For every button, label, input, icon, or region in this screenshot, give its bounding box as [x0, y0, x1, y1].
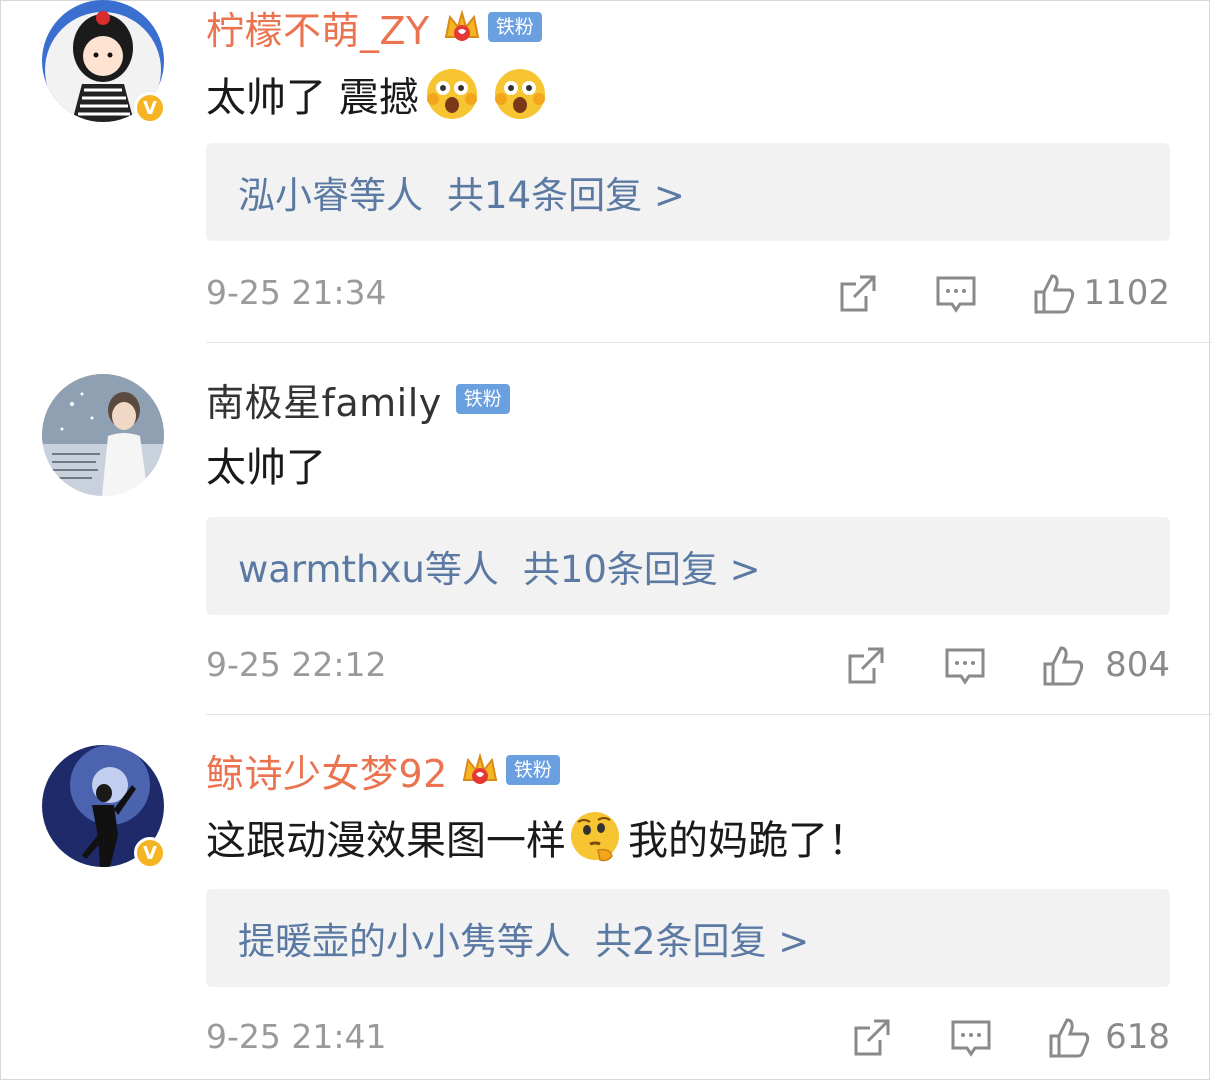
- username-row: 柠檬不萌_ZY 铁粉: [206, 0, 542, 55]
- comment-meta: 9-25 21:34 1102: [206, 268, 1170, 318]
- comment-meta: 9-25 22:12 804: [206, 640, 1170, 690]
- fan-badge: 铁粉: [487, 12, 542, 42]
- username-row: 南极星family 铁粉: [206, 372, 510, 427]
- thinking-emoji: [571, 812, 619, 862]
- comment-text-row: 太帅了: [206, 434, 326, 494]
- reply-count-link[interactable]: 共14条回复 >: [447, 165, 685, 219]
- verified-v-icon: V: [134, 92, 166, 124]
- avatar[interactable]: V: [42, 0, 166, 124]
- comment-icon[interactable]: [949, 1016, 993, 1060]
- share-icon[interactable]: [850, 1016, 894, 1060]
- surprised-emoji: [426, 69, 477, 119]
- username[interactable]: 鲸诗少女梦92: [206, 743, 448, 798]
- divider: [206, 342, 1212, 343]
- avatar[interactable]: V: [42, 745, 166, 869]
- divider: [206, 714, 1212, 715]
- replies-preview[interactable]: 泓小睿等人 共14条回复 >: [206, 143, 1170, 241]
- avatar[interactable]: [42, 374, 164, 496]
- timestamp: 9-25 21:34: [206, 273, 387, 312]
- verified-v-icon: V: [134, 837, 166, 869]
- reply-count-link[interactable]: 共2条回复 >: [595, 911, 809, 965]
- comment-text-after: 我的妈跪了！: [628, 818, 868, 864]
- reply-users: 泓小睿等人: [238, 174, 423, 217]
- fan-badge: 铁粉: [455, 384, 510, 414]
- share-icon[interactable]: [844, 644, 888, 688]
- comment-text: 太帅了: [206, 445, 326, 491]
- surprised-emoji: [494, 69, 545, 119]
- comment-text: 这跟动漫效果图一样: [206, 818, 566, 864]
- comment-text-row: 太帅了 震撼: [206, 64, 547, 124]
- username[interactable]: 柠檬不萌_ZY: [206, 0, 430, 55]
- thumbs-up-icon[interactable]: [1041, 644, 1085, 688]
- reply-count-link[interactable]: 共10条回复 >: [523, 539, 761, 593]
- timestamp: 9-25 21:41: [206, 1017, 387, 1056]
- reply-users: 提暖壶的小小隽等人: [238, 920, 571, 963]
- comment-meta: 9-25 21:41 618: [206, 1012, 1170, 1062]
- thumbs-up-icon[interactable]: [1047, 1016, 1091, 1060]
- comment-text-row: 这跟动漫效果图一样 我的妈跪了！: [206, 807, 868, 867]
- like-count: 618: [1105, 1017, 1170, 1057]
- comment-icon[interactable]: [934, 272, 978, 316]
- fan-badge: 铁粉: [505, 755, 560, 785]
- crown-icon: [444, 9, 479, 41]
- crown-icon: [462, 752, 498, 784]
- like-count: 804: [1105, 645, 1170, 685]
- username[interactable]: 南极星family: [206, 372, 442, 427]
- share-icon[interactable]: [836, 272, 880, 316]
- username-row: 鲸诗少女梦92 铁粉: [206, 743, 560, 798]
- comment-icon[interactable]: [943, 644, 987, 688]
- like-count: 1102: [1083, 273, 1170, 313]
- reply-users: warmthxu等人: [238, 548, 499, 591]
- thumbs-up-icon[interactable]: [1032, 272, 1076, 316]
- avatar-image: [42, 374, 164, 496]
- timestamp: 9-25 22:12: [206, 645, 387, 684]
- replies-preview[interactable]: 提暖壶的小小隽等人 共2条回复 >: [206, 889, 1170, 987]
- comment-text: 太帅了 震撼: [206, 75, 419, 121]
- replies-preview[interactable]: warmthxu等人 共10条回复 >: [206, 517, 1170, 615]
